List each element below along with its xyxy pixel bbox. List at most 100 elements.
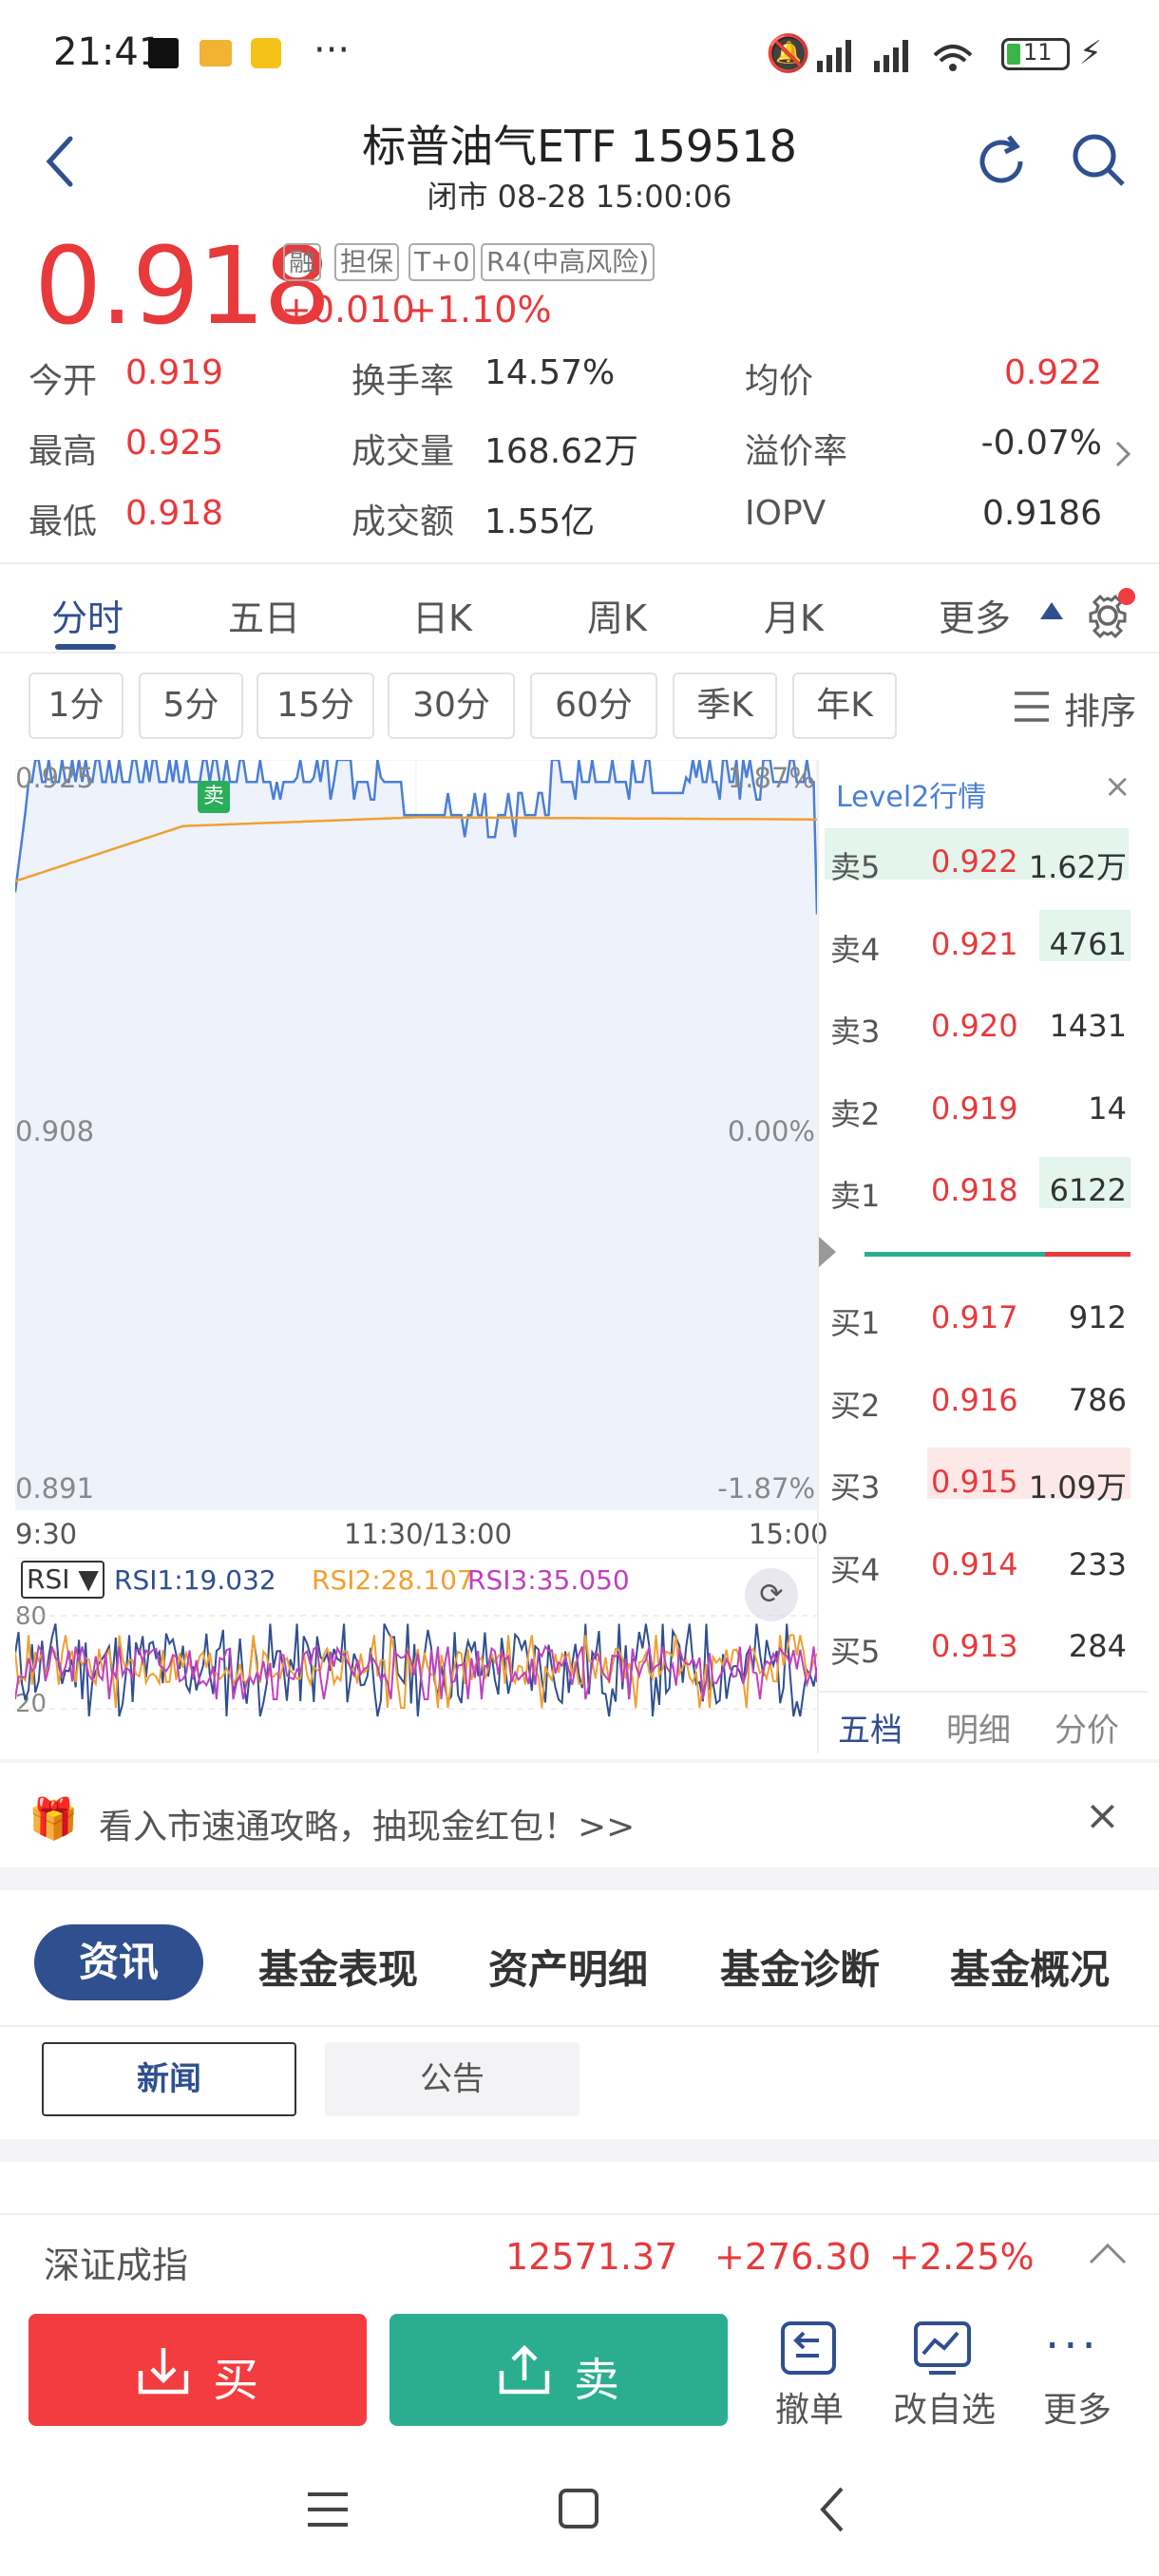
search-icon[interactable]: [1068, 129, 1130, 192]
y-tick-mid: 0.908: [15, 1115, 95, 1147]
period-15min[interactable]: 15分: [256, 672, 374, 739]
gift-icon: 🎁: [28, 1795, 79, 1842]
rsi2-value: RSI2:28.107: [312, 1564, 474, 1596]
ob-tab-5level[interactable]: 五档: [838, 1704, 902, 1751]
divider: [0, 2025, 1159, 2027]
info-tab-news-active[interactable]: 资讯: [34, 1924, 203, 2000]
tab-intraday[interactable]: 分时: [51, 589, 124, 641]
period-30min[interactable]: 30分: [388, 672, 515, 739]
chevron-up-icon[interactable]: [1087, 2240, 1129, 2268]
ask-row[interactable]: 卖4 0.921 4761: [825, 903, 1140, 985]
info-tab-holdings[interactable]: 资产明细: [488, 1938, 648, 1996]
ask-price: 0.922: [931, 843, 1018, 880]
bid-level-label: 买4: [830, 1551, 881, 1588]
more-dots-icon: ···: [1045, 2320, 1100, 2373]
ask-row[interactable]: 卖2 0.919 14: [825, 1068, 1140, 1149]
sort-icon[interactable]: [1011, 688, 1053, 726]
bid-row[interactable]: 买1 0.917 912: [825, 1277, 1140, 1358]
period-year-k[interactable]: 年K: [792, 672, 897, 739]
bid-level-label: 买2: [830, 1387, 881, 1424]
sell-button[interactable]: 卖: [390, 2314, 728, 2426]
period-60min[interactable]: 60分: [530, 672, 657, 739]
nav-back-icon[interactable]: [815, 2485, 849, 2534]
period-5min[interactable]: 5分: [139, 672, 243, 739]
banner-text[interactable]: 看入市速通攻略，抽现金红包！>>: [99, 1799, 635, 1848]
cancel-order-icon: [781, 2321, 836, 2375]
stat-value: 1.55亿: [484, 502, 596, 541]
status-bar: 21:41 ··· 🔕 11 ⚡: [0, 0, 1159, 104]
app-a-icon: [251, 38, 281, 68]
ratio-bar-red: [1045, 1252, 1130, 1257]
section-separator: [0, 2139, 1159, 2162]
bid-price: 0.914: [931, 1545, 1018, 1582]
ask-row[interactable]: 卖5 0.922 1.62万: [825, 821, 1140, 902]
ask-price: 0.920: [931, 1008, 1018, 1045]
y-tick-top: 0.925: [15, 762, 95, 794]
period-quarter-k[interactable]: 季K: [673, 672, 777, 739]
period-1min[interactable]: 1分: [28, 672, 124, 739]
tab-more[interactable]: 更多: [939, 589, 1011, 641]
tab-monthly-k[interactable]: 月K: [764, 589, 824, 641]
stat-label: 均价: [745, 362, 814, 401]
stat-label: 最高: [28, 432, 98, 471]
subtab-news[interactable]: 新闻: [42, 2042, 296, 2116]
ask-price: 0.921: [931, 925, 1018, 962]
home-icon[interactable]: [557, 2487, 600, 2530]
tab-weekly-k[interactable]: 周K: [587, 589, 647, 641]
buy-button[interactable]: 买: [28, 2314, 367, 2426]
rsi-select[interactable]: RSI ▼: [21, 1561, 104, 1599]
promo-banner[interactable]: 🎁 看入市速通攻略，抽现金红包！>> ×: [0, 1774, 1159, 1866]
chart-series: [15, 760, 817, 1510]
stat-value: 0.919: [125, 353, 224, 392]
index-change: +276.30: [714, 2236, 871, 2278]
ask-price: 0.919: [931, 1089, 1018, 1127]
intraday-chart[interactable]: 0.925 0.908 0.891 1.87% 0.00% -1.87% 卖: [15, 760, 817, 1510]
bid-row[interactable]: 买5 0.913 284: [825, 1605, 1140, 1687]
close-icon[interactable]: ×: [1104, 767, 1131, 805]
menu-icon[interactable]: [306, 2489, 350, 2530]
info-tab-diagnosis[interactable]: 基金诊断: [720, 1938, 880, 1996]
section-separator: [0, 1867, 1159, 1890]
sort-label[interactable]: 排序: [1064, 682, 1136, 734]
ask-row[interactable]: 卖1 0.918 6122: [825, 1149, 1140, 1231]
tab-daily-k[interactable]: 日K: [412, 589, 472, 641]
price-change-pct: +1.10%: [407, 289, 552, 331]
ratio-bar-green: [864, 1252, 1045, 1257]
active-tab-indicator: [55, 644, 116, 650]
info-tab-overview[interactable]: 基金概况: [950, 1938, 1110, 1996]
ask-level-label: 卖2: [830, 1095, 881, 1132]
bid-volume: 1.09万: [1028, 1469, 1127, 1506]
caret-up-icon[interactable]: [1037, 597, 1066, 625]
ask-row[interactable]: 卖3 0.920 1431: [825, 985, 1140, 1067]
stat-value: -0.07%: [980, 424, 1102, 463]
ob-tab-price[interactable]: 分价: [1054, 1704, 1119, 1751]
rsi-panel[interactable]: RSI ▼ RSI1:19.032 RSI2:28.107 RSI3:35.05…: [15, 1558, 817, 1753]
sell-marker[interactable]: 卖: [198, 781, 230, 813]
subtab-announcement[interactable]: 公告: [325, 2042, 580, 2116]
refresh-icon[interactable]: [971, 131, 1032, 192]
banner-close-icon[interactable]: ×: [1085, 1791, 1120, 1840]
watchlist-label: 改自选: [893, 2391, 997, 2430]
ask-price: 0.918: [931, 1172, 1018, 1209]
bid-row[interactable]: 买3 0.915 1.09万: [825, 1441, 1140, 1523]
y-right-tick-top: 1.87%: [727, 762, 815, 794]
intraday-chart-svg: [15, 760, 817, 1510]
bid-volume: 912: [1068, 1299, 1127, 1335]
x-tick-mid: 11:30/13:00: [344, 1518, 512, 1550]
gear-icon[interactable]: [1083, 587, 1136, 640]
index-ticker[interactable]: 深证成指 12571.37 +276.30 +2.25%: [0, 2213, 1159, 2297]
info-tab-performance[interactable]: 基金表现: [258, 1938, 418, 1996]
ask-level-label: 卖3: [830, 1013, 881, 1051]
ob-tab-detail[interactable]: 明细: [946, 1704, 1011, 1751]
tab-5day[interactable]: 五日: [228, 589, 300, 641]
bid-row[interactable]: 买4 0.914 233: [825, 1524, 1140, 1605]
chevron-right-icon[interactable]: [1112, 437, 1134, 471]
bid-row[interactable]: 买2 0.916 786: [825, 1359, 1140, 1441]
signal-icon: [817, 40, 973, 72]
stat-value: 0.9186: [982, 494, 1102, 533]
more-label: 更多: [1043, 2391, 1112, 2430]
price-change: +0.010: [281, 289, 415, 331]
ask-volume: 1431: [1049, 1008, 1127, 1045]
stat-value: 0.918: [125, 494, 224, 533]
expand-arrow-icon[interactable]: [819, 1237, 836, 1267]
